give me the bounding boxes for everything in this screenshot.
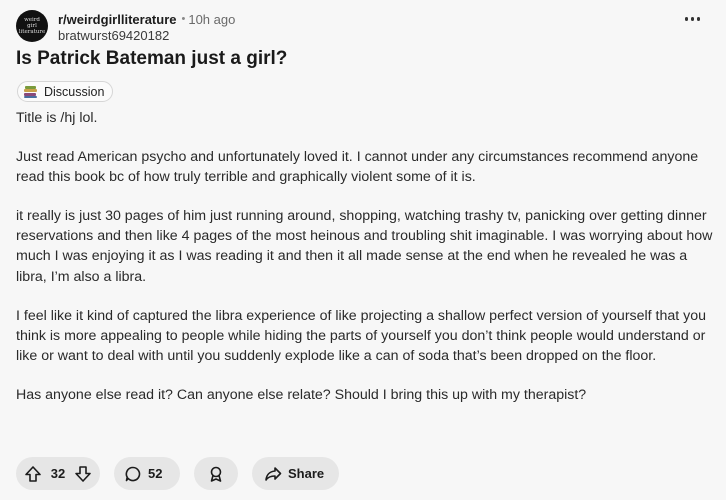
award-icon	[207, 465, 225, 483]
meta-top-row: r/weirdgirlliterature • 10h ago	[58, 10, 235, 28]
upvote-icon[interactable]	[24, 465, 42, 483]
body-paragraph: Title is /hj lol.	[16, 110, 98, 126]
comment-count: 52	[148, 466, 163, 481]
more-dot-icon	[690, 17, 694, 21]
body-paragraph: Just read American psycho and unfortunat…	[16, 148, 699, 186]
more-dot-icon	[684, 17, 688, 21]
body-paragraph: it really is just 30 pages of him just r…	[16, 207, 713, 285]
downvote-icon[interactable]	[74, 465, 92, 483]
action-bar: 32 52 Share	[16, 457, 339, 490]
vote-score: 32	[50, 466, 66, 481]
post-timestamp: 10h ago	[188, 11, 236, 27]
more-dot-icon	[696, 17, 700, 21]
subreddit-avatar[interactable]: weird girl literature	[16, 10, 48, 42]
meta-separator: •	[181, 13, 186, 25]
author-link[interactable]: bratwurst69420182	[58, 28, 235, 43]
comment-icon	[124, 465, 142, 483]
body-paragraph: I feel like it kind of captured the libr…	[16, 307, 707, 365]
subreddit-link[interactable]: r/weirdgirlliterature	[58, 12, 176, 27]
vote-control: 32	[16, 457, 100, 490]
post-meta: r/weirdgirlliterature • 10h ago bratwurs…	[58, 10, 235, 44]
share-button[interactable]: Share	[252, 457, 339, 490]
books-icon	[24, 85, 38, 98]
body-paragraph: Has anyone else read it? Can anyone else…	[16, 386, 587, 403]
post-title: Is Patrick Bateman just a girl?	[16, 48, 288, 69]
post-header: weird girl literature r/weirdgirlliterat…	[16, 10, 235, 43]
post-body: Title is /hj lol. Just read American psy…	[16, 108, 716, 424]
share-label: Share	[288, 466, 325, 481]
award-button[interactable]	[194, 457, 238, 490]
comments-button[interactable]: 52	[114, 457, 180, 490]
more-options-button[interactable]	[684, 17, 700, 21]
flair-label: Discussion	[44, 84, 105, 99]
share-icon	[264, 465, 282, 483]
flair-badge[interactable]: Discussion	[17, 81, 114, 102]
